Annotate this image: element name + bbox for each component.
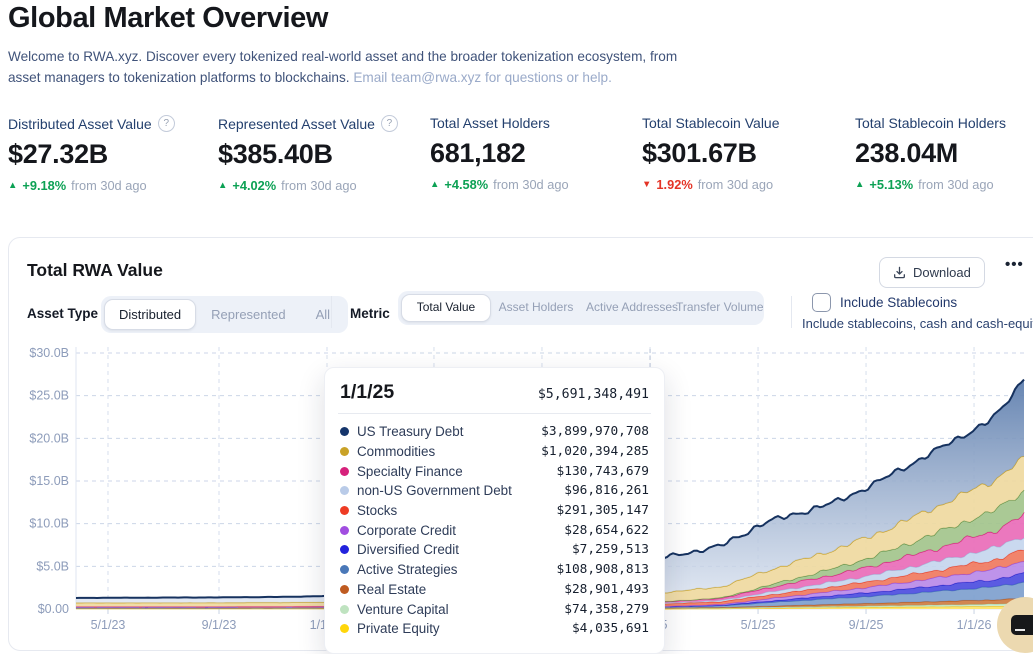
stat-delta: ▲ +4.58% from 30d ago bbox=[430, 177, 569, 192]
help-icon[interactable]: ? bbox=[380, 115, 398, 132]
delta-arrow-icon: ▲ bbox=[855, 179, 865, 190]
stat-label: Distributed Asset Value? bbox=[8, 115, 218, 132]
asset-type-label: Asset Type bbox=[27, 306, 99, 321]
tooltip-row: Active Strategies $108,908,813 bbox=[340, 560, 649, 580]
stat-delta: ▼ 1.92% from 30d ago bbox=[642, 177, 774, 192]
metric-option-total-value[interactable]: Total Value bbox=[401, 294, 491, 322]
series-dot bbox=[340, 545, 349, 555]
stat-total-stablecoin-value: Total Stablecoin Value $301.67B ▼ 1.92% fr… bbox=[642, 115, 855, 193]
include-stablecoins-label: Include Stablecoins bbox=[840, 295, 958, 310]
metric-option-asset-holders[interactable]: Asset Holders bbox=[491, 294, 581, 322]
svg-text:$0.00: $0.00 bbox=[38, 602, 69, 616]
tooltip-row: Real Estate $28,901,493 bbox=[340, 580, 649, 600]
tooltip-row: Venture Capital $74,358,279 bbox=[340, 599, 649, 619]
svg-text:$10.0B: $10.0B bbox=[29, 517, 69, 531]
tooltip-divider bbox=[338, 413, 651, 414]
tooltip-date: 1/1/25 bbox=[340, 381, 395, 403]
controls-divider bbox=[331, 296, 332, 328]
include-stablecoins-checkbox[interactable] bbox=[812, 293, 831, 312]
stat-value: 681,182 bbox=[430, 138, 526, 168]
include-stablecoins-block: Include Stablecoins Include stablecoins,… bbox=[802, 293, 1033, 331]
series-dot bbox=[340, 584, 349, 594]
stat-distributed-asset-value: Distributed Asset Value? $27.32B ▲ +9.18%… bbox=[8, 115, 218, 193]
series-dot bbox=[340, 447, 349, 457]
stat-delta: ▲ +9.18% from 30d ago bbox=[8, 178, 147, 193]
svg-text:1/1/26: 1/1/26 bbox=[957, 618, 992, 632]
series-dot bbox=[340, 486, 349, 496]
svg-text:9/1/25: 9/1/25 bbox=[849, 618, 884, 632]
asset-type-segmented-control: Distributed Represented All bbox=[101, 296, 349, 333]
delta-arrow-icon: ▲ bbox=[218, 180, 228, 191]
stat-value: 238.04M bbox=[855, 138, 958, 168]
series-dot bbox=[340, 427, 349, 437]
controls-divider bbox=[791, 296, 792, 328]
delta-arrow-icon: ▼ bbox=[642, 179, 652, 190]
page-title: Global Market Overview bbox=[8, 2, 328, 34]
download-button[interactable]: Download bbox=[879, 257, 985, 288]
stat-value: $385.40B bbox=[218, 139, 333, 169]
tooltip-row: Diversified Credit $7,259,513 bbox=[340, 540, 649, 560]
stats-row: Distributed Asset Value? $27.32B ▲ +9.18%… bbox=[8, 115, 1033, 193]
chart-tooltip: 1/1/25 $5,691,348,491 US Treasury Debt $3… bbox=[324, 367, 665, 654]
stat-delta: ▲ +5.13% from 30d ago bbox=[855, 177, 994, 192]
more-options-button[interactable]: ••• bbox=[1005, 256, 1024, 273]
stat-value: $301.67B bbox=[642, 138, 757, 168]
asset-type-option-distributed[interactable]: Distributed bbox=[104, 299, 197, 330]
delta-arrow-icon: ▲ bbox=[430, 179, 440, 190]
svg-text:$25.0B: $25.0B bbox=[29, 389, 69, 403]
stat-label: Total Stablecoin Value bbox=[642, 115, 780, 131]
tooltip-row: Commodities $1,020,394,285 bbox=[340, 442, 649, 462]
tooltip-row: US Treasury Debt $3,899,970,708 bbox=[340, 422, 649, 442]
asset-type-option-all[interactable]: All bbox=[301, 299, 345, 330]
metric-label: Metric bbox=[350, 306, 390, 321]
tooltip-row: Private Equity $4,035,691 bbox=[340, 619, 649, 639]
page-description: Welcome to RWA.xyz. Discover every token… bbox=[8, 46, 708, 89]
series-dot bbox=[340, 525, 349, 535]
series-dot bbox=[340, 604, 349, 614]
download-icon bbox=[894, 266, 905, 279]
stat-delta: ▲ +4.02% from 30d ago bbox=[218, 178, 357, 193]
stat-label: Total Stablecoin Holders bbox=[855, 115, 1006, 131]
download-label: Download bbox=[913, 265, 971, 280]
total-rwa-value-card: Total RWA Value Download ••• Asset Type … bbox=[8, 237, 1033, 654]
card-title: Total RWA Value bbox=[27, 260, 163, 280]
delta-arrow-icon: ▲ bbox=[8, 180, 18, 191]
stat-represented-asset-value: Represented Asset Value? $385.40B ▲ +4.02… bbox=[218, 115, 430, 193]
asset-type-option-represented[interactable]: Represented bbox=[196, 299, 300, 330]
svg-text:$5.0B: $5.0B bbox=[36, 559, 69, 573]
page-description-help-link[interactable]: Email team@rwa.xyz for questions or help… bbox=[353, 70, 612, 85]
stat-value: $27.32B bbox=[8, 139, 108, 169]
metric-option-transfer-volume[interactable]: Transfer Volume bbox=[671, 294, 764, 322]
stat-label: Total Asset Holders bbox=[430, 115, 550, 131]
svg-text:$20.0B: $20.0B bbox=[29, 431, 69, 445]
stat-total-asset-holders: Total Asset Holders 681,182 ▲ +4.58% from … bbox=[430, 115, 642, 193]
tooltip-row: Stocks $291,305,147 bbox=[340, 501, 649, 521]
metric-option-active-addresses[interactable]: Active Addresses bbox=[581, 294, 678, 322]
stat-label: Represented Asset Value? bbox=[218, 115, 430, 132]
series-dot bbox=[340, 624, 349, 634]
stat-total-stablecoin-holders: Total Stablecoin Holders 238.04M ▲ +5.13%… bbox=[855, 115, 1006, 193]
tooltip-row: Specialty Finance $130,743,679 bbox=[340, 461, 649, 481]
svg-text:9/1/23: 9/1/23 bbox=[202, 618, 237, 632]
include-stablecoins-sublabel: Include stablecoins, cash and cash-equiv… bbox=[802, 316, 1033, 331]
svg-text:$30.0B: $30.0B bbox=[29, 346, 69, 360]
tooltip-row: Corporate Credit $28,654,622 bbox=[340, 520, 649, 540]
svg-text:5/1/25: 5/1/25 bbox=[741, 618, 776, 632]
tooltip-row: non-US Government Debt $96,816,261 bbox=[340, 481, 649, 501]
series-dot bbox=[340, 466, 349, 476]
help-icon[interactable]: ? bbox=[157, 115, 175, 132]
floating-widget-icon bbox=[1011, 615, 1033, 635]
svg-text:5/1/23: 5/1/23 bbox=[91, 618, 126, 632]
series-dot bbox=[340, 565, 349, 575]
svg-text:$15.0B: $15.0B bbox=[29, 474, 69, 488]
metric-segmented-control: Total Value Asset Holders Active Address… bbox=[398, 291, 764, 325]
tooltip-total: $5,691,348,491 bbox=[537, 387, 649, 402]
series-dot bbox=[340, 506, 349, 516]
